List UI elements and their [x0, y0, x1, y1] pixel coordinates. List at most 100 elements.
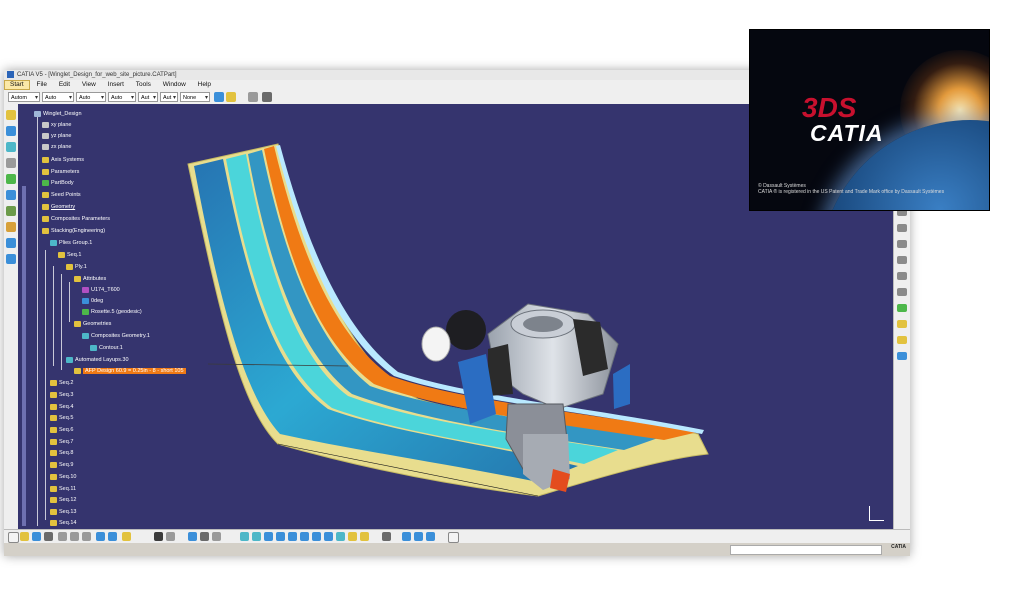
- tree-item-seed-points[interactable]: Seed Points: [42, 191, 81, 199]
- sketch-icon[interactable]: [6, 110, 16, 120]
- tree-item-seq-7[interactable]: Seq.7: [50, 438, 73, 446]
- help-icon[interactable]: [448, 532, 459, 543]
- views-icon[interactable]: [324, 532, 333, 541]
- whats-this-icon[interactable]: [122, 532, 131, 541]
- hide-show-icon[interactable]: [248, 92, 258, 102]
- info-icon[interactable]: [6, 238, 16, 248]
- tree-item-rosette[interactable]: Rosette.5 (geodesic): [82, 308, 142, 316]
- tree-item-geometry[interactable]: Geometry: [42, 203, 75, 211]
- tool-icon[interactable]: [897, 256, 907, 264]
- tree-item-orientation[interactable]: 0deg: [82, 297, 103, 305]
- rosette-tool-icon[interactable]: [6, 174, 16, 184]
- catalog-icon[interactable]: [188, 532, 197, 541]
- tree-item-parameters[interactable]: Parameters: [42, 168, 79, 176]
- command-input[interactable]: [730, 545, 882, 555]
- tool-icon[interactable]: [897, 272, 907, 280]
- print-icon[interactable]: [44, 532, 53, 541]
- redo-icon[interactable]: [108, 532, 117, 541]
- tree-item-contour[interactable]: Contour.1: [90, 344, 123, 352]
- tree-item-yz-plane[interactable]: yz plane: [42, 132, 72, 140]
- tree-item-seq-8[interactable]: Seq.8: [50, 449, 73, 457]
- layer-select[interactable]: Aut: [160, 92, 178, 103]
- grid-icon[interactable]: [6, 158, 16, 168]
- hide-icon[interactable]: [348, 532, 357, 541]
- tree-item-seq-11[interactable]: Seq.11: [50, 485, 76, 493]
- tree-item-partbody[interactable]: PartBody: [42, 179, 74, 187]
- tree-item-composites-parameters[interactable]: Composites Parameters: [42, 215, 110, 223]
- analysis-icon[interactable]: [212, 532, 221, 541]
- cut-icon[interactable]: [58, 532, 67, 541]
- save-icon[interactable]: [32, 532, 41, 541]
- fit-all-icon[interactable]: [252, 532, 261, 541]
- menu-insert[interactable]: Insert: [103, 80, 129, 90]
- tree-item-afp-design[interactable]: AFP Design 60.9 = 0.25in - 8 - short 105: [74, 367, 186, 375]
- tree-item-seq-1[interactable]: Seq.1: [58, 251, 81, 259]
- tree-item-seq-13[interactable]: Seq.13: [50, 508, 76, 516]
- tree-item-plies-group[interactable]: Plies Group.1: [50, 239, 92, 247]
- menu-tools[interactable]: Tools: [131, 80, 156, 90]
- tree-item-seq-9[interactable]: Seq.9: [50, 461, 73, 469]
- render-select[interactable]: None: [180, 92, 210, 103]
- ply-table-icon[interactable]: [897, 320, 907, 328]
- group-icon[interactable]: [414, 532, 423, 541]
- menu-view[interactable]: View: [77, 80, 101, 90]
- tool-icon[interactable]: [897, 288, 907, 296]
- paste-icon[interactable]: [82, 532, 91, 541]
- point-select[interactable]: Aut: [138, 92, 158, 103]
- analysis-icon[interactable]: [6, 254, 16, 264]
- transparency-select[interactable]: Auto: [42, 92, 74, 103]
- measure-icon[interactable]: [200, 532, 209, 541]
- lineweight-select[interactable]: Auto: [108, 92, 136, 103]
- zoom-out-icon[interactable]: [300, 532, 309, 541]
- color-select[interactable]: Autom: [8, 92, 40, 103]
- tree-item-ply-1[interactable]: Ply.1: [66, 263, 87, 271]
- painter-icon[interactable]: [214, 92, 224, 102]
- comment-icon[interactable]: [166, 532, 175, 541]
- tree-item-root[interactable]: Winglet_Design: [34, 110, 82, 118]
- menu-window[interactable]: Window: [158, 80, 191, 90]
- ply-tool-icon[interactable]: [6, 142, 16, 152]
- tree-item-zx-plane[interactable]: zx plane: [42, 143, 72, 151]
- copy-icon[interactable]: [70, 532, 79, 541]
- workbench-icon[interactable]: [6, 126, 16, 136]
- linetype-select[interactable]: Auto: [76, 92, 106, 103]
- composites-tool-icon[interactable]: [897, 304, 907, 312]
- tree-item-seq-2[interactable]: Seq.2: [50, 379, 73, 387]
- zoom-in-icon[interactable]: [288, 532, 297, 541]
- tree-item-seq-10[interactable]: Seq.10: [50, 473, 76, 481]
- layer-filter-icon[interactable]: [402, 532, 411, 541]
- tree-item-material[interactable]: U174_T600: [82, 286, 120, 294]
- menu-start[interactable]: Start: [4, 80, 30, 90]
- tree-item-attributes[interactable]: Attributes: [74, 275, 106, 283]
- undo-icon[interactable]: [96, 532, 105, 541]
- tree-item-seq-5[interactable]: Seq.5: [50, 414, 73, 422]
- tree-item-seq-4[interactable]: Seq.4: [50, 403, 73, 411]
- stacking-tool-icon[interactable]: [897, 336, 907, 344]
- tree-item-seq-12[interactable]: Seq.12: [50, 496, 76, 504]
- tree-item-geometries[interactable]: Geometries: [74, 320, 111, 328]
- tool-icon[interactable]: [897, 224, 907, 232]
- tree-scrollbar[interactable]: [22, 186, 26, 526]
- formula-icon[interactable]: [154, 532, 163, 541]
- tree-item-seq-14[interactable]: Seq.14: [50, 519, 76, 527]
- tree-item-axis-systems[interactable]: Axis Systems: [42, 156, 84, 164]
- fly-icon[interactable]: [240, 532, 249, 541]
- swap-icon[interactable]: [360, 532, 369, 541]
- tree-item-seq-3[interactable]: Seq.3: [50, 391, 73, 399]
- normal-view-icon[interactable]: [312, 532, 321, 541]
- tree-item-stacking[interactable]: Stacking(Engineering): [42, 227, 105, 235]
- tree-item-automated-layups[interactable]: Automated Layups.30: [66, 356, 129, 364]
- properties-icon[interactable]: [226, 92, 236, 102]
- update-icon[interactable]: [426, 532, 435, 541]
- fiber-tool-icon[interactable]: [6, 206, 16, 216]
- menu-edit[interactable]: Edit: [54, 80, 75, 90]
- new-icon[interactable]: [8, 532, 19, 543]
- tool-icon[interactable]: [897, 240, 907, 248]
- fly-mode-icon[interactable]: [262, 92, 272, 102]
- layup-tool-icon[interactable]: [6, 190, 16, 200]
- menu-file[interactable]: File: [32, 80, 52, 90]
- pan-icon[interactable]: [264, 532, 273, 541]
- render-style-icon[interactable]: [336, 532, 345, 541]
- menu-help[interactable]: Help: [193, 80, 216, 90]
- laser-tool-icon[interactable]: [6, 222, 16, 232]
